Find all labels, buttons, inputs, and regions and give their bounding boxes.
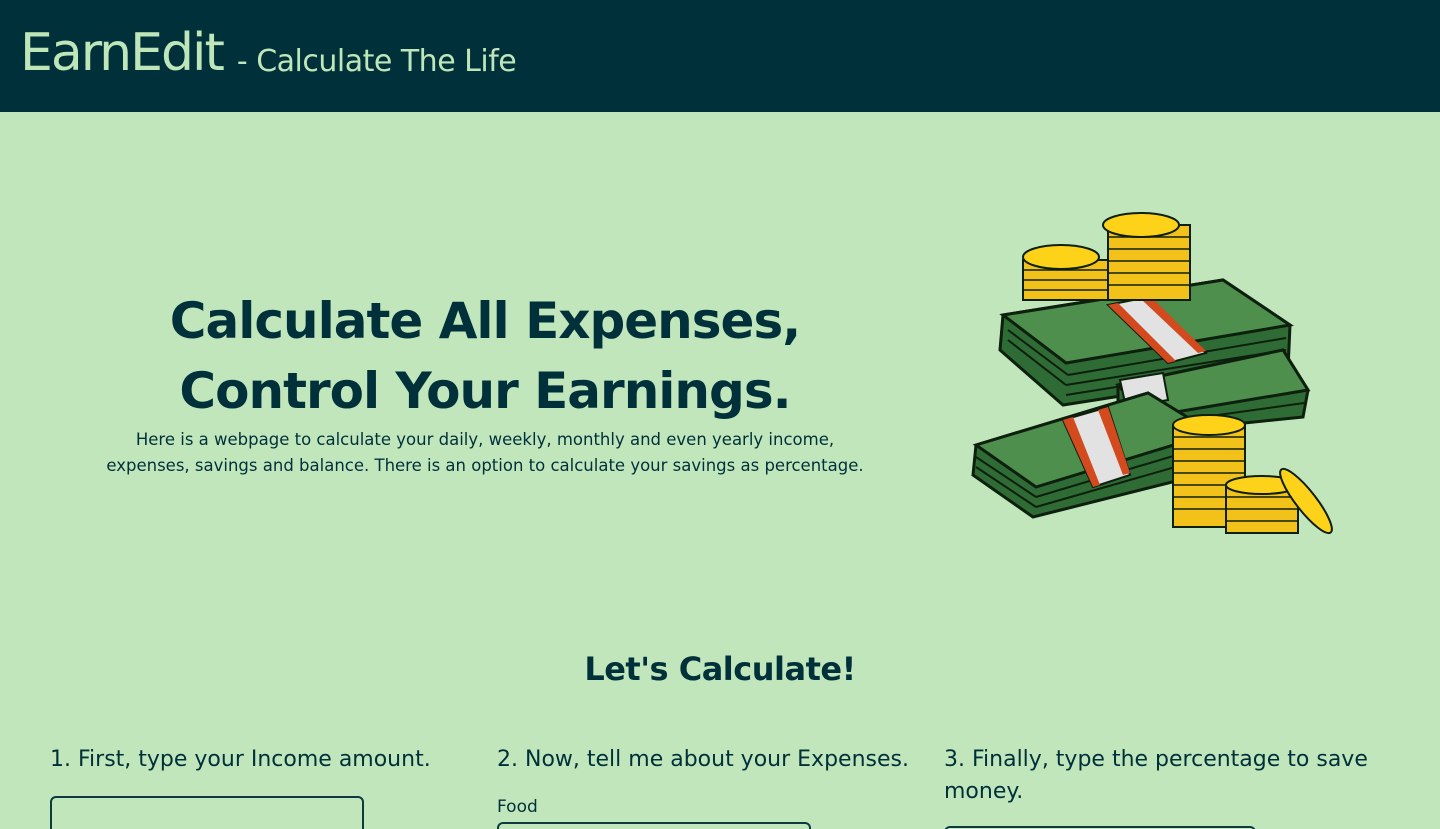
step-2-expenses-label: 2. Now, tell me about your Expenses. <box>497 747 909 772</box>
hero-title: Calculate All Expenses, Control Your Ear… <box>90 286 880 426</box>
food-field-label: Food <box>497 797 538 817</box>
hero-description: Here is a webpage to calculate your dail… <box>90 427 880 479</box>
food-expense-input[interactable] <box>497 822 811 829</box>
step-1-income-label: 1. First, type your Income amount. <box>50 747 431 772</box>
step-3-savings-label: 3. Finally, type the percentage to save … <box>944 747 1368 804</box>
hero-title-line-2: Control Your Earnings. <box>179 362 791 420</box>
coin-stack-left <box>1022 244 1109 301</box>
hero-description-line-2: expenses, savings and balance. There is … <box>106 456 864 475</box>
money-stacks-illustration <box>971 212 1333 535</box>
coin-stack-tall <box>1102 212 1191 301</box>
calculator-section-title: Let's Calculate! <box>584 650 856 688</box>
brand-tagline: - Calculate The Life <box>236 43 517 79</box>
brand-logo-text[interactable]: EarnEdit <box>20 27 225 79</box>
site-header: EarnEdit - Calculate The Life <box>0 0 1440 112</box>
hero-title-line-1: Calculate All Expenses, <box>169 292 801 350</box>
hero-description-line-1: Here is a webpage to calculate your dail… <box>135 430 835 449</box>
income-input[interactable] <box>50 796 364 829</box>
